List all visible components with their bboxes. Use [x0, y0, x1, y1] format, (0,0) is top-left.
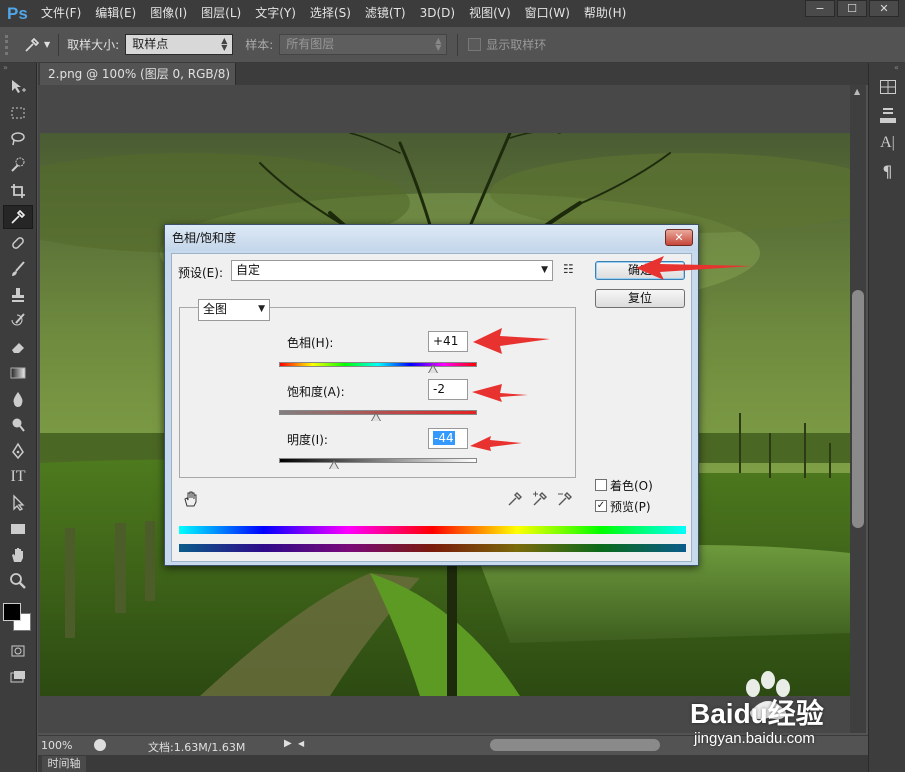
arrow-to-ok-button [636, 256, 752, 280]
arrow-to-hue-input [473, 328, 550, 354]
watermark-url: jingyan.baidu.com [694, 730, 815, 747]
arrow-to-lightness-input [470, 436, 522, 451]
annotation-arrows [470, 256, 752, 451]
watermark-brand: Baidu经验 [690, 698, 824, 729]
baidu-jingyan-watermark: Baidu经验 jingyan.baidu.com [690, 668, 900, 752]
photoshop-window: Ps 文件(F) 编辑(E) 图像(I) 图层(L) 文字(Y) 选择(S) 滤… [0, 0, 905, 772]
foreground-color-swatch[interactable] [3, 603, 21, 621]
arrow-to-saturation-input [472, 384, 528, 402]
